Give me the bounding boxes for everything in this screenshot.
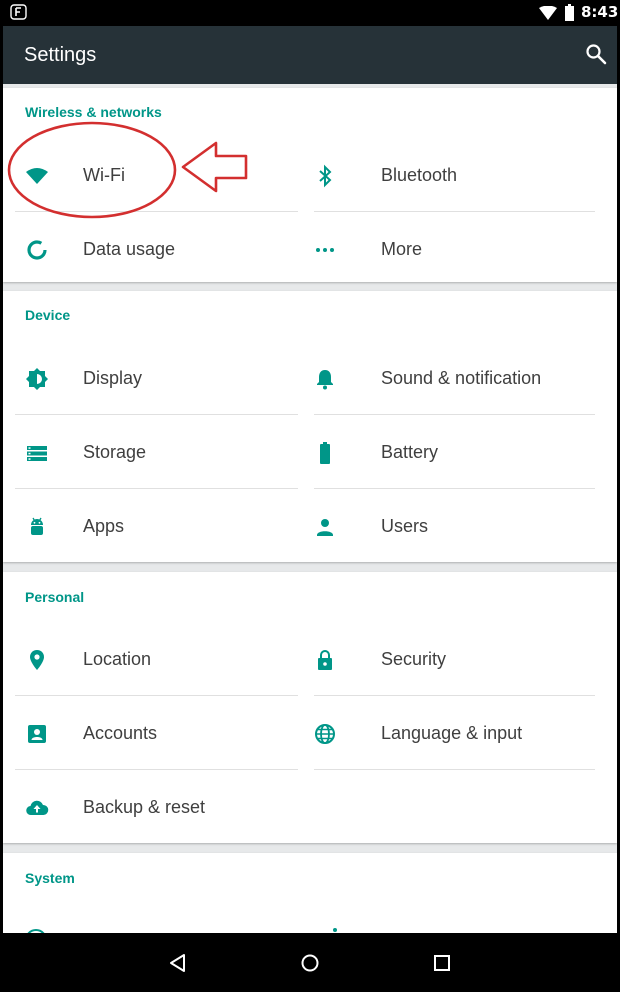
section-title: Wireless & networks	[25, 104, 162, 120]
setting-label: Display	[83, 368, 143, 388]
setting-users[interactable]: Users	[310, 489, 617, 563]
search-icon[interactable]	[585, 43, 607, 65]
setting-label: Accounts	[83, 723, 158, 743]
setting-security[interactable]: Security	[310, 622, 617, 696]
settings-screen: 8:43 Settings Wireless & networks Wi-Fi	[0, 0, 620, 992]
section-wireless: Wireless & networks Wi-Fi Bluetooth Data…	[3, 88, 617, 282]
status-bar: 8:43	[0, 0, 620, 26]
cloud-upload-icon	[26, 800, 49, 816]
home-icon[interactable]	[299, 952, 321, 974]
page-title: Settings	[24, 44, 97, 66]
setting-location[interactable]: Location	[3, 622, 310, 696]
setting-accounts[interactable]: Accounts	[3, 696, 310, 770]
setting-label: Security	[381, 649, 447, 669]
setting-label: Data usage	[83, 239, 176, 259]
setting-data-usage[interactable]: Data usage	[3, 212, 310, 286]
wifi-icon	[26, 168, 48, 184]
lock-icon	[318, 650, 332, 670]
globe-icon	[315, 724, 335, 744]
section-title: Device	[25, 307, 71, 323]
wifi-icon	[539, 6, 557, 20]
setting-wifi[interactable]: Wi-Fi	[3, 138, 310, 212]
section-title: System	[25, 870, 75, 886]
bell-icon	[317, 370, 333, 390]
setting-label: Sound & notification	[381, 368, 542, 388]
section-device: Device Display Sound & notification Stor…	[3, 291, 617, 562]
setting-display[interactable]: Display	[3, 341, 310, 415]
setting-label: Apps	[83, 516, 125, 536]
status-clock: 8:43	[581, 3, 619, 21]
storage-icon	[27, 446, 47, 461]
navigation-bar	[0, 933, 620, 992]
setting-storage[interactable]: Storage	[3, 415, 310, 489]
battery-icon	[320, 442, 330, 464]
setting-label: Users	[381, 516, 429, 536]
account-icon	[28, 725, 46, 743]
setting-more[interactable]: More	[310, 212, 617, 286]
setting-label: Battery	[381, 442, 439, 462]
app-bar: Settings	[3, 26, 617, 84]
setting-label: Language & input	[381, 723, 523, 743]
setting-label: Storage	[83, 442, 147, 462]
setting-backup-reset[interactable]: Backup & reset	[3, 770, 310, 844]
display-icon	[26, 368, 48, 390]
more-icon	[316, 248, 334, 252]
section-personal: Personal Location Security Accounts Lang…	[3, 572, 617, 843]
settings-content: Wireless & networks Wi-Fi Bluetooth Data…	[3, 84, 617, 933]
battery-icon	[565, 4, 574, 21]
setting-apps[interactable]: Apps	[3, 489, 310, 563]
section-title: Personal	[25, 589, 85, 605]
user-icon	[317, 519, 333, 536]
setting-label: More	[381, 239, 423, 259]
back-icon[interactable]	[167, 952, 189, 974]
setting-battery[interactable]: Battery	[310, 415, 617, 489]
section-system: System	[3, 853, 617, 933]
setting-sound-notification[interactable]: Sound & notification	[310, 341, 617, 415]
setting-label: Wi-Fi	[83, 165, 125, 185]
setting-bluetooth[interactable]: Bluetooth	[310, 138, 617, 212]
divider	[314, 769, 595, 770]
setting-label: Bluetooth	[381, 165, 458, 185]
recents-icon[interactable]	[431, 952, 453, 974]
bluetooth-icon	[319, 164, 332, 188]
android-icon	[31, 517, 43, 535]
location-icon	[30, 650, 44, 670]
f-notification-icon	[10, 4, 27, 20]
data-usage-icon	[27, 240, 47, 260]
setting-language-input[interactable]: Language & input	[310, 696, 617, 770]
setting-label: Backup & reset	[83, 797, 206, 817]
setting-label: Location	[83, 649, 152, 669]
partial-icon	[333, 928, 337, 932]
